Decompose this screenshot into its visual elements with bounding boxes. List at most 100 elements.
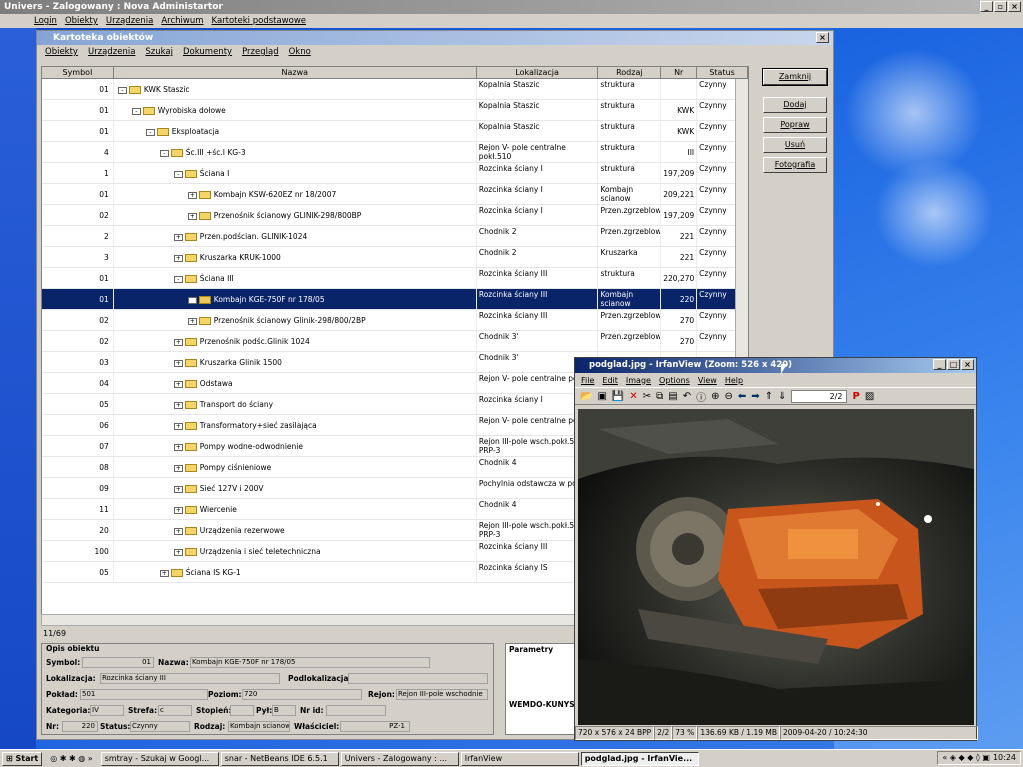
task-univers[interactable]: Univers - Zalogowany : ... <box>340 751 459 766</box>
poziom-field[interactable]: 720 <box>242 689 362 700</box>
table-row[interactable]: 1 - Ściana I Rozcinka ściany Istruktura 197,… <box>42 163 748 184</box>
stopien-field[interactable] <box>230 705 254 716</box>
nrid-field[interactable] <box>326 705 386 716</box>
wlasciciel-field[interactable]: PZ-1 <box>340 721 410 732</box>
table-row[interactable]: 2 + Przen.podścian. GLINIK-1024 Chodnik 2 Pr… <box>42 226 748 247</box>
collapse-icon[interactable]: - <box>145 128 155 136</box>
paste-icon[interactable]: ▤ <box>668 391 677 402</box>
menu-kartoteki[interactable]: Kartoteki podstawowe <box>212 16 307 26</box>
table-row[interactable]: 02 + Przenośnik ścianowy Glinik-298/800/2B… <box>42 310 748 331</box>
collapse-icon[interactable]: - <box>173 170 183 178</box>
irfan-menu-file[interactable]: File <box>581 376 594 385</box>
minimize-button[interactable]: _ <box>980 1 993 12</box>
menu-login[interactable]: Login <box>34 16 57 26</box>
irfan-menu-help[interactable]: Help <box>725 376 743 385</box>
task-podglad[interactable]: podglad.jpg - IrfanVie... <box>580 751 699 766</box>
expand-icon[interactable]: + <box>173 401 183 409</box>
nazwa-field[interactable]: Kombajn KGE-750F nr 178/05 <box>190 657 430 668</box>
add-button[interactable]: Dodaj <box>763 97 827 113</box>
start-button[interactable]: ⊞ Start <box>2 751 43 766</box>
kmenu-obiekty[interactable]: Obiekty <box>45 47 78 57</box>
next-icon[interactable]: ➡ <box>751 391 759 402</box>
expand-icon[interactable]: + <box>173 380 183 388</box>
expand-icon[interactable]: + <box>173 485 183 493</box>
cut-icon[interactable]: ✂ <box>643 391 651 402</box>
tray-icons[interactable]: « ◈ ◆ ◆ ◊ ▣ <box>942 752 990 764</box>
expand-icon[interactable]: + <box>173 443 183 451</box>
kategoria-field[interactable]: IV <box>90 705 124 716</box>
kmenu-przeglad[interactable]: Przegląd <box>242 47 279 57</box>
prev-icon[interactable]: ⬅ <box>738 391 746 402</box>
irfan-maximize-button[interactable]: □ <box>947 359 960 370</box>
menu-urzadzenia[interactable]: Urządzenia <box>106 16 153 26</box>
rodzaj-field[interactable]: Kombajn scianow <box>228 721 290 732</box>
irfan-menu-edit[interactable]: Edit <box>602 376 618 385</box>
expand-icon[interactable]: + <box>187 212 197 220</box>
poklad-field[interactable]: 501 <box>80 689 208 700</box>
properties-icon[interactable]: P <box>852 391 859 402</box>
podlokalizacja-field[interactable] <box>348 673 488 684</box>
expand-icon[interactable]: + <box>173 527 183 535</box>
table-row[interactable]: 01 Kombajn KGE-750F nr 178/05 Rozcinka śc… <box>42 289 748 310</box>
irfan-menu-view[interactable]: View <box>698 376 717 385</box>
expand-icon[interactable]: + <box>187 191 197 199</box>
lokalizacja-field[interactable]: Rozcinka ściany III <box>100 673 280 684</box>
table-row[interactable]: 01 - Wyrobiska dołowe Kopalnia Staszic struk… <box>42 100 748 121</box>
task-netbeans[interactable]: snar - NetBeans IDE 6.5.1 <box>220 751 339 766</box>
col-symbol[interactable]: Symbol <box>42 67 114 78</box>
col-lokalizacja[interactable]: Lokalizacja <box>477 67 599 78</box>
expand-icon[interactable]: + <box>173 233 183 241</box>
last-icon[interactable]: ⇓ <box>778 391 786 402</box>
kmenu-okno[interactable]: Okno <box>289 47 311 57</box>
expand-icon[interactable]: + <box>173 422 183 430</box>
expand-icon[interactable]: + <box>173 254 183 262</box>
status-field[interactable]: Czynny <box>130 721 190 732</box>
menu-obiekty[interactable]: Obiekty <box>65 16 98 26</box>
quicklaunch-icons[interactable]: ◎ ✱ ✱ ◍ » <box>44 754 98 763</box>
table-row[interactable]: 01- KWK Staszic Kopalnia Staszic struktura C… <box>42 79 748 100</box>
irfan-minimize-button[interactable]: _ <box>933 359 946 370</box>
table-row[interactable]: 01 - Eksploatacja Kopalnia Staszic struktura… <box>42 121 748 142</box>
save-icon[interactable]: 💾 <box>612 391 624 402</box>
close-kartoteka-button[interactable]: Zamknij <box>762 68 828 86</box>
nr-field[interactable]: 220 <box>62 721 98 732</box>
collapse-icon[interactable]: - <box>173 275 183 283</box>
col-nazwa[interactable]: Nazwa <box>114 67 477 78</box>
kmenu-szukaj[interactable]: Szukaj <box>145 47 173 57</box>
expand-icon[interactable]: + <box>173 506 183 514</box>
expand-icon[interactable]: + <box>173 359 183 367</box>
photo-button[interactable]: Fotografia <box>763 157 827 173</box>
table-row[interactable]: 02 + Przenośnik podśc.Glinik 1024 Chodnik 3… <box>42 331 748 352</box>
pyl-field[interactable]: B <box>272 705 296 716</box>
rejon-field[interactable]: Rejon III-pole wschodnie <box>396 689 488 700</box>
menu-archiwum[interactable]: Archiwum <box>161 16 203 26</box>
symbol-field[interactable]: 01 <box>82 657 154 668</box>
col-rodzaj[interactable]: Rodzaj <box>598 67 662 78</box>
col-nr[interactable]: Nr <box>661 67 698 78</box>
close-button[interactable]: × <box>1008 1 1021 12</box>
collapse-icon[interactable]: - <box>117 86 127 94</box>
expand-icon[interactable]: + <box>173 464 183 472</box>
col-status[interactable]: Status <box>697 67 748 78</box>
collapse-icon[interactable]: - <box>131 107 141 115</box>
table-row[interactable]: 4 - Śc.III +śc.I KG-3 Rejon V- pole central… <box>42 142 748 163</box>
expand-icon[interactable]: + <box>159 569 169 577</box>
edit-button[interactable]: Popraw <box>763 117 827 133</box>
first-icon[interactable]: ⇑ <box>765 391 773 402</box>
expand-icon[interactable] <box>187 296 197 304</box>
kartoteka-close-button[interactable]: × <box>816 32 829 43</box>
expand-icon[interactable]: + <box>173 548 183 556</box>
info-icon[interactable]: ⓘ <box>696 389 706 404</box>
paint-icon[interactable]: ▨ <box>865 391 874 402</box>
restore-button[interactable]: ▫ <box>994 1 1007 12</box>
page-field[interactable]: 2/2 <box>791 389 848 403</box>
irfan-close-button[interactable]: × <box>961 359 974 370</box>
undo-icon[interactable]: ↶ <box>683 391 691 402</box>
table-row[interactable]: 02 + Przenośnik ścianowy GLINIK-298/800BP R… <box>42 205 748 226</box>
collapse-icon[interactable]: - <box>159 149 169 157</box>
irfan-menu-options[interactable]: Options <box>659 376 690 385</box>
expand-icon[interactable]: + <box>173 338 183 346</box>
delete-button[interactable]: Usuń <box>763 137 827 153</box>
slideshow-icon[interactable]: ▣ <box>597 391 606 402</box>
table-row[interactable]: 01 + Kombajn KSW-620EZ nr 18/2007 Rozcinka … <box>42 184 748 205</box>
